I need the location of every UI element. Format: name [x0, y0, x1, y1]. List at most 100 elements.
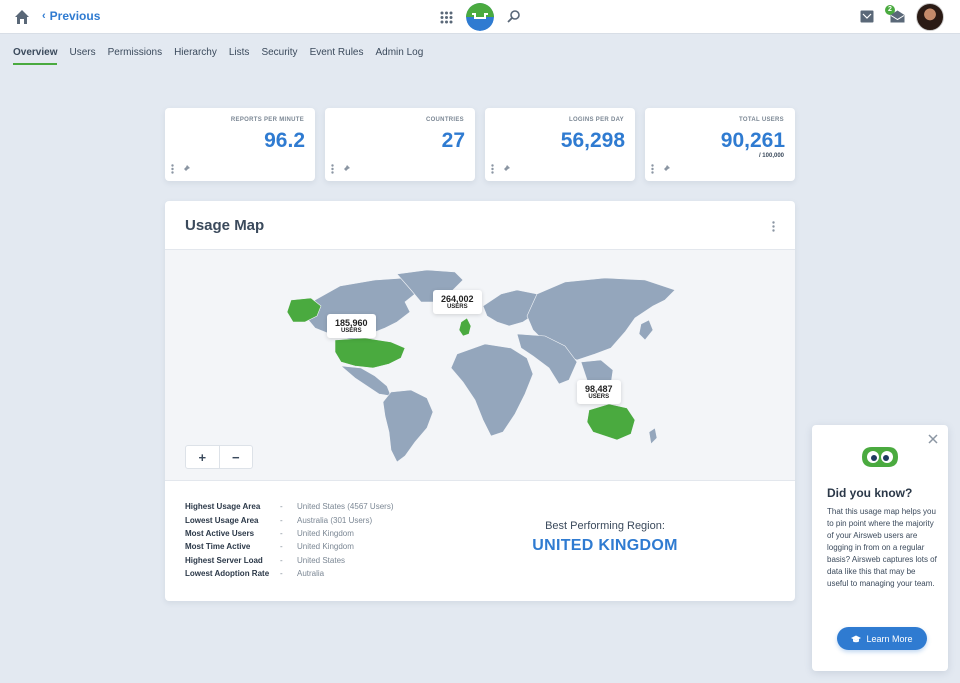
callout-value: 98,487 — [585, 384, 613, 394]
pin-icon[interactable] — [341, 164, 351, 174]
stat-row: Highest Server Load - United States — [185, 554, 394, 567]
stat-row: Lowest Usage Area - Australia (301 Users… — [185, 513, 394, 526]
stat-row: Lowest Adoption Rate - Autralia — [185, 567, 394, 580]
learn-more-button[interactable]: Learn More — [837, 627, 927, 650]
usage-map-panel: Usage Map 185,960 USERS 264,002 USERS 98… — [165, 201, 795, 601]
learn-more-label: Learn More — [866, 633, 913, 644]
more-vertical-icon[interactable] — [772, 221, 775, 232]
apps-grid-icon[interactable] — [440, 11, 453, 24]
stat-card-countries: COUNTRIES 27 — [325, 108, 475, 181]
world-map[interactable]: 185,960 USERS 264,002 USERS 98,487 USERS… — [165, 249, 795, 481]
stat-key: Highest Usage Area — [185, 502, 261, 512]
region-new-zealand — [648, 427, 658, 445]
stat-value: Autralia — [297, 569, 325, 579]
zoom-out-button[interactable]: − — [220, 446, 253, 468]
usage-callout-uk[interactable]: 264,002 USERS — [433, 290, 482, 314]
stat-value: United States (4567 Users) — [297, 502, 394, 512]
tab-bar: Overview Users Permissions Hierarchy Lis… — [13, 47, 423, 65]
card-label: TOTAL USERS — [739, 117, 784, 123]
tab-lists[interactable]: Lists — [229, 47, 250, 65]
region-africa — [450, 343, 534, 437]
usage-stats-list: Highest Usage Area - United States (4567… — [185, 500, 394, 580]
callout-value: 185,960 — [335, 318, 368, 328]
stat-dash: - — [280, 515, 283, 525]
best-region-value: UNITED KINGDOM — [532, 537, 678, 554]
card-value: 56,298 — [560, 129, 625, 152]
did-you-know-title: Did you know? — [827, 486, 913, 500]
stat-dash: - — [280, 569, 283, 579]
stat-key: Most Active Users — [185, 528, 255, 538]
graduation-cap-icon — [851, 635, 862, 642]
more-vertical-icon[interactable] — [651, 164, 654, 174]
pin-icon[interactable] — [661, 164, 671, 174]
previous-button[interactable]: ‹ Previous — [42, 9, 100, 23]
world-map-svg — [286, 269, 676, 463]
callout-unit: USERS — [588, 394, 610, 400]
tab-security[interactable]: Security — [261, 47, 297, 65]
tab-permissions[interactable]: Permissions — [108, 47, 162, 65]
app-logo[interactable] — [466, 3, 494, 31]
avatar[interactable] — [916, 3, 944, 31]
did-you-know-body: That this usage map helps you to pin poi… — [827, 507, 937, 588]
stat-key: Lowest Adoption Rate — [185, 569, 270, 579]
region-central-america — [340, 365, 392, 397]
stat-value: United States — [297, 555, 346, 565]
card-sub: / 100,000 — [758, 153, 784, 159]
callout-unit: USERS — [340, 328, 362, 334]
chevron-left-icon: ‹ — [42, 10, 46, 22]
region-japan — [638, 319, 654, 341]
top-bar: ‹ Previous 2 — [0, 0, 960, 34]
stat-row: Highest Usage Area - United States (4567… — [185, 500, 394, 513]
pin-icon[interactable] — [181, 164, 191, 174]
stat-key: Highest Server Load — [185, 555, 263, 565]
tab-hierarchy[interactable]: Hierarchy — [174, 47, 217, 65]
card-value: 27 — [441, 129, 465, 152]
stat-dash: - — [280, 555, 283, 565]
best-region-label: Best Performing Region: — [545, 520, 665, 532]
close-icon[interactable] — [928, 434, 938, 444]
stat-card-total-users: TOTAL USERS 90,261 / 100,000 — [645, 108, 795, 181]
more-vertical-icon[interactable] — [331, 164, 334, 174]
zoom-in-button[interactable]: + — [186, 446, 220, 468]
region-australia — [586, 403, 636, 441]
more-vertical-icon[interactable] — [171, 164, 174, 174]
stat-dash: - — [280, 542, 283, 552]
stat-card-reports-per-minute: REPORTS PER MINUTE 96.2 — [165, 108, 315, 181]
mascot-eyes-icon — [862, 447, 898, 467]
stat-key: Most Time Active — [185, 542, 251, 552]
stat-dash: - — [280, 528, 283, 538]
tab-event-rules[interactable]: Event Rules — [310, 47, 364, 65]
card-label: LOGINS PER DAY — [569, 117, 624, 123]
card-value: 90,261 — [720, 129, 785, 152]
more-vertical-icon[interactable] — [491, 164, 494, 174]
stat-row: Most Active Users - United Kingdom — [185, 527, 394, 540]
usage-callout-australia[interactable]: 98,487 USERS — [577, 380, 621, 404]
card-label: REPORTS PER MINUTE — [230, 117, 304, 123]
tab-admin-log[interactable]: Admin Log — [375, 47, 423, 65]
stat-row: Most Time Active - United Kingdom — [185, 540, 394, 553]
mail-icon[interactable] — [890, 10, 905, 23]
region-uk — [458, 317, 472, 337]
inbox-icon[interactable] — [860, 10, 874, 23]
stat-value: United Kingdom — [297, 542, 354, 552]
card-value: 96.2 — [264, 129, 305, 152]
region-south-america — [382, 389, 434, 463]
tab-overview[interactable]: Overview — [13, 47, 58, 65]
pin-icon[interactable] — [501, 164, 511, 174]
stat-card-logins-per-day: LOGINS PER DAY 56,298 — [485, 108, 635, 181]
stat-value: Australia (301 Users) — [297, 515, 373, 525]
region-usa — [334, 337, 406, 369]
callout-unit: USERS — [446, 304, 468, 310]
search-icon[interactable] — [507, 9, 521, 23]
tab-users[interactable]: Users — [69, 47, 95, 65]
home-icon[interactable] — [14, 9, 30, 25]
zoom-controls: + − — [185, 445, 253, 469]
panel-title: Usage Map — [185, 217, 265, 234]
card-label: COUNTRIES — [425, 117, 464, 123]
previous-label: Previous — [49, 9, 101, 23]
callout-value: 264,002 — [441, 294, 474, 304]
stat-key: Lowest Usage Area — [185, 515, 259, 525]
did-you-know-card: Did you know? That this usage map helps … — [812, 425, 948, 671]
stat-value: United Kingdom — [297, 528, 354, 538]
usage-callout-usa[interactable]: 185,960 USERS — [327, 314, 376, 338]
